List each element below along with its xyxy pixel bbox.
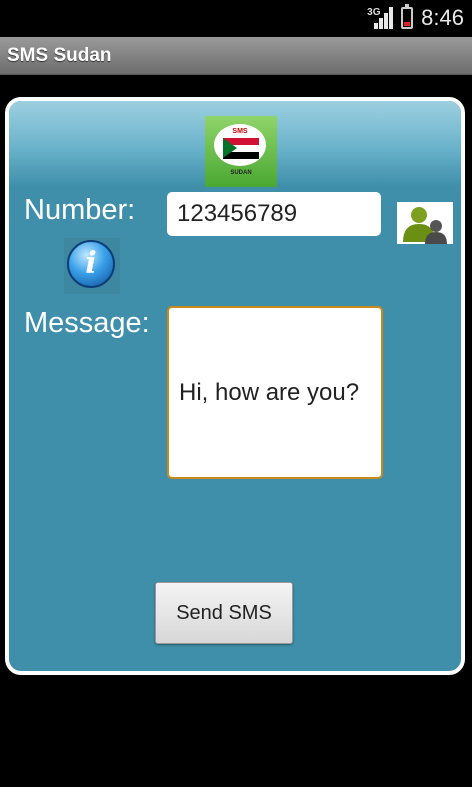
battery-level (404, 22, 411, 26)
action-bar: SMS Sudan (0, 37, 472, 75)
info-button[interactable]: i (64, 238, 120, 294)
message-text: Hi, how are you? (179, 378, 360, 406)
app-logo: SMS SUDAN (205, 116, 277, 187)
message-label: Message: (24, 307, 150, 339)
contacts-icon (403, 207, 447, 244)
battery-icon (401, 4, 414, 29)
contacts-button[interactable] (397, 202, 453, 244)
number-label: Number: (24, 194, 136, 226)
clock: 8:46 (421, 5, 464, 30)
logo-caption: SUDAN (230, 170, 252, 176)
send-sms-button[interactable]: Send SMS (155, 582, 293, 644)
status-indicators: 3G 8:46 (367, 4, 464, 32)
signal-icon: 3G (367, 5, 394, 31)
number-input[interactable] (167, 192, 381, 236)
sudan-flag-icon (223, 138, 259, 159)
speech-bubble-icon: SMS (214, 124, 266, 166)
info-icon: i (67, 240, 115, 288)
status-bar: 3G 8:46 (0, 0, 472, 37)
sms-form-panel: SMS SUDAN Number: i Message: Hi, how are… (5, 97, 465, 675)
message-input[interactable]: Hi, how are you? (167, 306, 383, 479)
app-title: SMS Sudan (7, 45, 112, 66)
logo-sms-text: SMS (232, 128, 248, 135)
network-type: 3G (367, 7, 381, 18)
